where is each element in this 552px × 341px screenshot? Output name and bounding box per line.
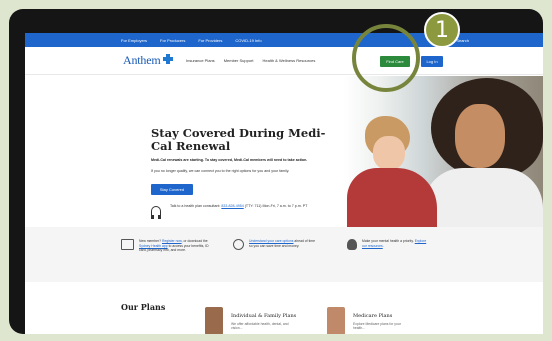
- plan-card-individual[interactable]: Individual & Family Plans We offer affor…: [205, 307, 296, 334]
- topbar-link-providers[interactable]: For Providers: [198, 38, 222, 43]
- info-pre: New member?: [139, 239, 162, 243]
- info-text-mental-health: Make your mental health a priority. Expl…: [362, 239, 432, 250]
- hero-section: Stay Covered During Medi-Cal Renewal Med…: [25, 76, 543, 227]
- plan-desc: Explore Medicare plans for your health..…: [353, 322, 401, 330]
- topbar-link-employers[interactable]: For Employers: [121, 38, 147, 43]
- tablet-frame: For Employers For Producers For Provider…: [9, 9, 543, 334]
- consultant-phone-link[interactable]: 833-828-4954: [221, 204, 243, 208]
- plan-name: Individual & Family Plans: [231, 313, 297, 319]
- id-card-icon: [121, 239, 134, 250]
- callout-step-number: 1: [424, 12, 460, 48]
- nav-insurance-plans[interactable]: Insurance Plans: [186, 58, 215, 63]
- topbar-link-covid[interactable]: COVID-19 Info: [235, 38, 261, 43]
- nav-links: Insurance Plans Member Support Health & …: [186, 58, 324, 63]
- topbar-link-producers[interactable]: For Producers: [160, 38, 185, 43]
- info-item-care-options: Understand your care options ahead of ti…: [233, 239, 319, 250]
- photo-child-shirt: [347, 168, 437, 227]
- headset-icon: [151, 206, 161, 219]
- hero-photo: [343, 76, 543, 227]
- hero-notice: Medi-Cal renewals are starting. To stay …: [151, 158, 308, 162]
- hero-title: Stay Covered During Medi-Cal Renewal: [151, 126, 326, 153]
- hero-subtext: If you no longer qualify, we can connect…: [151, 169, 290, 173]
- utility-bar: For Employers For Producers For Provider…: [25, 33, 543, 47]
- register-now-link[interactable]: Register now: [162, 239, 182, 243]
- login-button[interactable]: Log In: [421, 56, 443, 67]
- main-nav: Anthem Insurance Plans Member Support He…: [25, 47, 543, 75]
- plan-card-text: Medicare Plans Explore Medicare plans fo…: [353, 307, 413, 334]
- nav-member-support[interactable]: Member Support: [224, 58, 254, 63]
- plan-desc: We offer affordable health, dental, and …: [231, 322, 289, 330]
- photo-woman-body: [423, 168, 543, 227]
- info-text-care-options: Understand your care options ahead of ti…: [249, 239, 319, 250]
- consultant-text: Talk to a health plan consultant: 833-82…: [170, 204, 330, 209]
- search-label: Search: [456, 37, 469, 43]
- info-pre: Make your mental health a priority.: [362, 239, 415, 243]
- info-mid: .: [382, 243, 384, 248]
- plans-section: Our Plans Individual & Family Plans We o…: [25, 282, 543, 334]
- info-item-mental-health: Make your mental health a priority. Expl…: [347, 239, 432, 250]
- photo-woman-face: [455, 104, 505, 168]
- blue-cross-icon: [163, 54, 173, 64]
- consultant-post: (TTY: 711) Mon-Fri, 7 a.m. to 7 p.m. PT: [243, 204, 308, 208]
- callout-highlight-ring: [352, 24, 420, 92]
- nav-health-wellness[interactable]: Health & Wellness Resources: [262, 58, 315, 63]
- info-strip: New member? Register now, or download th…: [25, 227, 543, 282]
- plans-title: Our Plans: [121, 302, 166, 312]
- browser-screen: For Employers For Producers For Provider…: [25, 33, 543, 334]
- head-profile-icon: [347, 239, 357, 250]
- stay-covered-button[interactable]: Stay Covered: [151, 184, 193, 195]
- photo-child-face: [373, 136, 405, 170]
- info-text-new-member: New member? Register now, or download th…: [139, 239, 209, 253]
- plan-thumbnail: [327, 307, 345, 334]
- anthem-logo[interactable]: Anthem: [123, 53, 161, 68]
- info-item-new-member: New member? Register now, or download th…: [121, 239, 209, 253]
- plan-card-medicare[interactable]: Medicare Plans Explore Medicare plans fo…: [327, 307, 413, 334]
- consultant-pre: Talk to a health plan consultant:: [170, 204, 222, 208]
- clock-icon: [233, 239, 244, 250]
- plan-thumbnail: [205, 307, 223, 334]
- care-options-link[interactable]: Understand your care options: [249, 239, 293, 243]
- plan-card-text: Individual & Family Plans We offer affor…: [231, 307, 296, 334]
- info-mid: , or download the: [181, 239, 208, 243]
- plan-name: Medicare Plans: [353, 313, 393, 319]
- sydney-health-app-link[interactable]: Sydney Health app: [139, 244, 168, 248]
